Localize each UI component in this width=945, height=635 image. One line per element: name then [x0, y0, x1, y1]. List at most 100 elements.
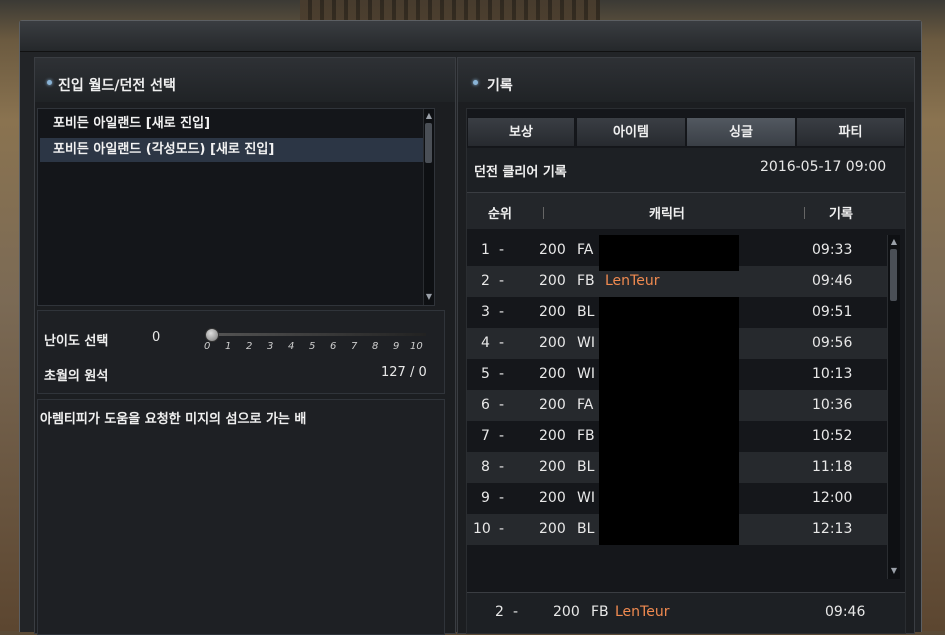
difficulty-slider-knob[interactable]: [205, 328, 219, 342]
row-level: 200: [539, 366, 566, 382]
row-class: WI: [577, 366, 595, 382]
row-rank: 2: [481, 273, 490, 289]
scroll-up-icon[interactable]: ▲: [890, 238, 898, 246]
col-record: 기록: [829, 207, 853, 222]
dungeon-item-label: 포비든 아일랜드 [새로 진입]: [53, 116, 211, 131]
row-dash: -: [499, 273, 505, 289]
row-time: 11:18: [812, 459, 853, 475]
tick-label: 5: [309, 341, 316, 352]
row-rank: 3: [481, 304, 490, 320]
row-level: 200: [539, 459, 566, 475]
row-rank: 6: [481, 397, 490, 413]
my-dash: -: [513, 604, 519, 620]
row-dash: -: [499, 490, 505, 506]
row-level: 200: [539, 304, 566, 320]
my-time: 09:46: [825, 604, 866, 620]
records-header: 기록: [458, 58, 914, 102]
row-rank: 1: [481, 242, 490, 258]
row-rank: 9: [481, 490, 490, 506]
row-class: FB: [577, 273, 595, 289]
dungeon-entry-window: 진입 월드/던전 선택 포비든 아일랜드 [새로 진입] 포비든 아일랜드 (각…: [19, 20, 922, 635]
row-class: FA: [577, 242, 594, 258]
row-class: BL: [577, 459, 595, 475]
world-select-header: 진입 월드/던전 선택: [35, 58, 455, 102]
row-dash: -: [499, 397, 505, 413]
my-record-bar: 2 - 200 FB LenTeur 09:46: [467, 592, 905, 633]
dungeon-item-label: 포비든 아일랜드 (각성모드) [새로 진입]: [53, 142, 275, 157]
clear-record-date: 2016-05-17 09:00: [760, 159, 887, 175]
dungeon-item-1[interactable]: 포비든 아일랜드 [새로 진입]: [40, 112, 424, 136]
tab-reward[interactable]: 보상: [467, 117, 575, 147]
row-class: BL: [577, 304, 595, 320]
records-body: 보상 아이템 싱글 파티 던전 클리어 기록 2016-05-17 09:00 …: [466, 108, 906, 634]
redacted-name-block: [599, 235, 739, 271]
row-class: WI: [577, 335, 595, 351]
tick-label: 7: [351, 341, 358, 352]
difficulty-ticks: 0 1 2 3 4 5 6 7 8 9 10: [204, 341, 434, 353]
row-class: FA: [577, 397, 594, 413]
tick-label: 1: [225, 341, 232, 352]
row-time: 10:36: [812, 397, 853, 413]
tick-label: 0: [204, 341, 211, 352]
col-separator: [543, 207, 544, 219]
records-scrollbar[interactable]: ▲ ▼: [887, 235, 900, 579]
row-dash: -: [499, 521, 505, 537]
col-rank: 순위: [488, 207, 512, 222]
scroll-up-icon[interactable]: ▲: [425, 112, 433, 120]
dungeon-list-scrollbar[interactable]: ▲ ▼: [423, 109, 434, 305]
difficulty-panel: 난이도 선택 0 0 1 2 3 4 5 6 7 8 9 10 초월의 원석 1…: [37, 310, 445, 394]
tab-item[interactable]: 아이템: [576, 117, 686, 147]
row-level: 200: [539, 242, 566, 258]
row-time: 12:13: [812, 521, 853, 537]
redacted-name-block: [599, 297, 739, 545]
window-titlebar[interactable]: [20, 21, 921, 52]
clear-record-label: 던전 클리어 기록: [474, 165, 567, 180]
row-level: 200: [539, 428, 566, 444]
tick-label: 4: [288, 341, 295, 352]
row-rank: 10: [473, 521, 491, 537]
scroll-thumb[interactable]: [425, 123, 432, 163]
row-level: 200: [539, 335, 566, 351]
world-select-title: 진입 월드/던전 선택: [58, 78, 176, 94]
row-dash: -: [499, 335, 505, 351]
row-class: WI: [577, 490, 595, 506]
col-separator: [804, 207, 805, 219]
row-rank: 5: [481, 366, 490, 382]
scroll-thumb[interactable]: [890, 249, 897, 301]
row-time: 09:56: [812, 335, 853, 351]
description-panel: 아렘티피가 도움을 요청한 미지의 섬으로 가는 배: [37, 399, 445, 635]
my-character-name: LenTeur: [615, 604, 670, 620]
row-level: 200: [539, 397, 566, 413]
row-class: FB: [577, 428, 595, 444]
row-time: 10:13: [812, 366, 853, 382]
row-time: 09:51: [812, 304, 853, 320]
scroll-down-icon[interactable]: ▼: [425, 293, 433, 301]
row-level: 200: [539, 490, 566, 506]
record-table-header: 순위 캐릭터 기록: [467, 193, 905, 229]
row-dash: -: [499, 459, 505, 475]
dungeon-item-2[interactable]: 포비든 아일랜드 (각성모드) [새로 진입]: [40, 138, 424, 162]
scroll-down-icon[interactable]: ▼: [890, 567, 898, 575]
tick-label: 6: [330, 341, 337, 352]
row-time: 10:52: [812, 428, 853, 444]
tab-single[interactable]: 싱글: [686, 117, 796, 147]
difficulty-slider[interactable]: [208, 333, 426, 336]
row-dash: -: [499, 428, 505, 444]
chogwol-value: 127 / 0: [381, 365, 427, 380]
tab-party[interactable]: 파티: [796, 117, 905, 147]
tick-label: 9: [393, 341, 400, 352]
row-time: 09:33: [812, 242, 853, 258]
background-ship-deco: [300, 0, 600, 22]
dungeon-description: 아렘티피가 도움을 요청한 미지의 섬으로 가는 배: [40, 412, 307, 427]
difficulty-label: 난이도 선택: [44, 334, 109, 349]
difficulty-value: 0: [152, 330, 161, 345]
row-dash: -: [499, 242, 505, 258]
records-panel: 기록 보상 아이템 싱글 파티 던전 클리어 기록 2016-05-17 09:…: [457, 57, 915, 634]
record-tabs: 보상 아이템 싱글 파티: [467, 117, 905, 147]
dungeon-list: 포비든 아일랜드 [새로 진입] 포비든 아일랜드 (각성모드) [새로 진입]…: [37, 108, 435, 306]
row-class: BL: [577, 521, 595, 537]
tick-label: 3: [267, 341, 274, 352]
header-bullet-icon: [47, 80, 52, 85]
header-bullet-icon: [473, 80, 478, 85]
row-time: 09:46: [812, 273, 853, 289]
